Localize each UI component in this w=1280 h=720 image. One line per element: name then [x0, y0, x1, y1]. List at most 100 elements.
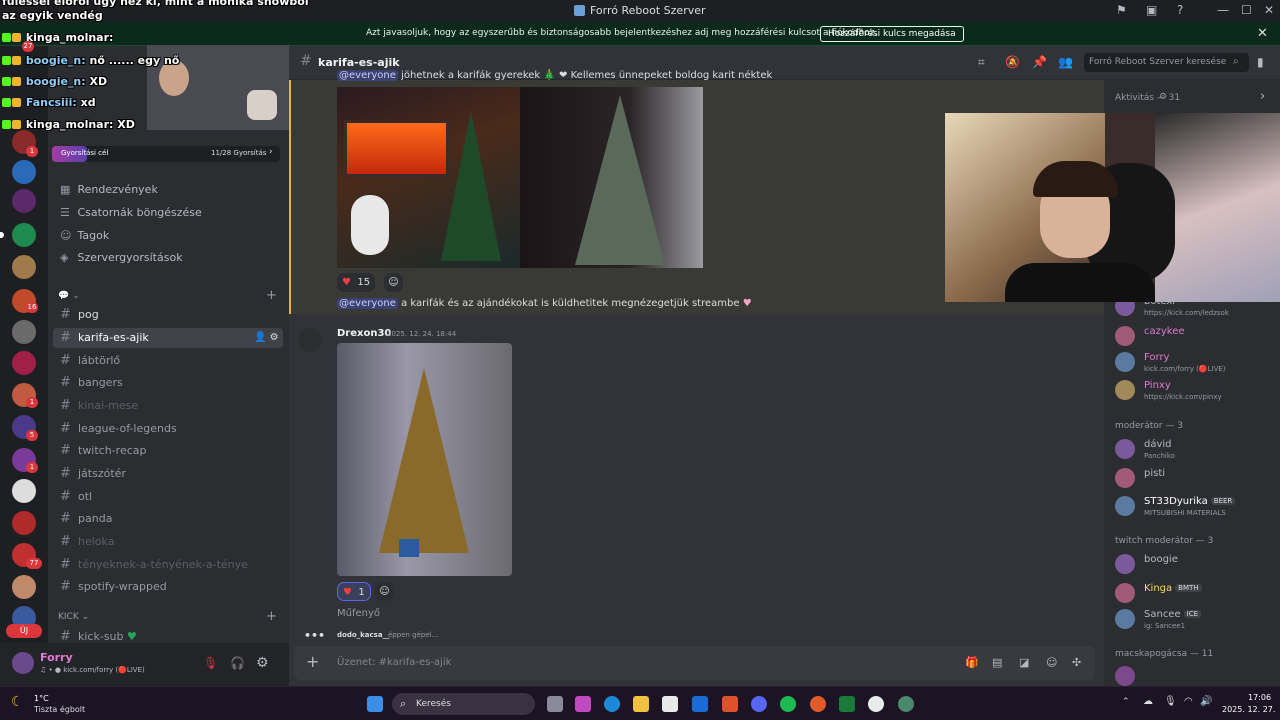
boost-goal-bar[interactable]: Gyorsítási cél 11/28 Gyorsítás › [52, 146, 280, 162]
explorer-icon[interactable] [633, 696, 649, 712]
server-icon[interactable] [12, 575, 36, 599]
channel-11[interactable]: # tényeknek-a-tényének-a-ténye [53, 555, 283, 575]
nav-browse-channels[interactable]: ☰ Csatornák böngészése [60, 206, 202, 226]
message-author[interactable]: Drexon30 [337, 328, 391, 339]
clock-time[interactable]: 17:06 [1248, 693, 1271, 702]
christmas-tree-image[interactable] [337, 343, 512, 576]
clock-date[interactable]: 2025. 12. 27. [1222, 705, 1275, 714]
add-passkey-button[interactable]: Hozzáférési kulcs megadása [820, 26, 964, 42]
server-icon[interactable] [12, 479, 36, 503]
gear-icon[interactable]: ⚙ [1159, 92, 1167, 102]
notification-muted-icon[interactable]: 🔕 [1005, 55, 1020, 69]
pin-icon[interactable]: 📌 [1032, 55, 1047, 69]
brave-icon[interactable] [722, 696, 738, 712]
server-icon[interactable] [12, 351, 36, 375]
settings-icon[interactable]: ⚙ [256, 655, 269, 671]
channel-9[interactable]: # panda [53, 509, 283, 529]
apps-icon[interactable]: ✣ [1072, 656, 1081, 669]
nav-events[interactable]: ▦ Rendezvények [60, 183, 158, 203]
channel-4[interactable]: # kinai-mese [53, 396, 283, 416]
threads-icon[interactable]: ⌗ [978, 55, 985, 70]
volume-icon[interactable]: 🔊 [1200, 696, 1212, 707]
avatar[interactable] [1115, 666, 1135, 686]
mention-everyone[interactable]: @everyone [337, 70, 398, 81]
server-icon[interactable] [12, 255, 36, 279]
boost-goal-count: 11/28 Gyorsítás [211, 149, 267, 157]
channel-7[interactable]: # játszótér [53, 464, 283, 484]
help-icon[interactable]: ? [1177, 3, 1183, 17]
emoji-icon[interactable]: ☺ [1046, 656, 1057, 669]
nav-members[interactable]: ☺ Tagok [60, 229, 109, 249]
weather-text[interactable]: Tiszta égbolt [34, 705, 85, 714]
channel-12[interactable]: # spotify-wrapped [53, 577, 283, 597]
category-header-kick[interactable]: KICK ⌄ [58, 612, 89, 622]
channel-6[interactable]: # twitch-recap [53, 441, 283, 461]
spotify-icon[interactable] [780, 696, 796, 712]
edge-icon[interactable] [604, 696, 620, 712]
channel-5[interactable]: # league-of-legends [53, 419, 283, 439]
heart-icon: ♥ [342, 277, 351, 288]
channel-3[interactable]: # bangers [53, 373, 283, 393]
close-notice-icon[interactable]: ✕ [1257, 26, 1268, 41]
taskbar-search[interactable]: ⌕ Keresés [392, 693, 535, 715]
minimize-icon[interactable]: — [1217, 3, 1229, 17]
gif-icon[interactable]: ▤ [992, 656, 1002, 669]
server-icon[interactable] [12, 320, 36, 344]
server-icon[interactable] [12, 189, 36, 213]
channel-0[interactable]: # pog [53, 305, 283, 325]
add-reaction-button[interactable]: ☺ [384, 273, 403, 292]
tray-icon[interactable]: ☁ [1143, 696, 1153, 707]
channel-settings-icon[interactable]: 👤 ⚙ [254, 328, 279, 348]
new-servers-badge[interactable]: ÚJ [6, 624, 42, 638]
add-channel-icon[interactable]: + [266, 609, 277, 624]
deafen-icon[interactable]: 🎧 [230, 656, 245, 670]
discord-icon[interactable] [751, 696, 767, 712]
channel-8[interactable]: # otl [53, 487, 283, 507]
reaction-heart[interactable]: ♥ 15 [337, 273, 376, 292]
search-input[interactable]: Forró Reboot Szerver keresése ⌕ [1084, 53, 1249, 72]
maximize-icon[interactable]: ☐ [1241, 3, 1252, 17]
member-list-icon[interactable]: 👥 [1058, 55, 1073, 69]
server-icon[interactable] [12, 511, 36, 535]
christmas-tree-image[interactable] [337, 87, 520, 268]
category-header-chat[interactable]: 💬 ⌄ [58, 291, 80, 301]
windows-start-icon[interactable] [367, 696, 383, 712]
server-icon[interactable] [12, 223, 36, 247]
mic-icon[interactable]: 🎙 [1164, 696, 1177, 707]
add-reaction-button[interactable]: ☺ [375, 582, 394, 601]
store-icon[interactable] [662, 696, 678, 712]
christmas-tree-image[interactable] [520, 87, 703, 268]
inbox-icon[interactable]: ⚑ [1116, 3, 1127, 17]
sticker-icon[interactable]: ◪ [1019, 656, 1029, 669]
steam-icon[interactable] [868, 696, 884, 712]
inbox-icon[interactable]: ▮ [1257, 55, 1264, 69]
server-icon[interactable] [12, 160, 36, 184]
avatar[interactable] [12, 652, 34, 674]
add-channel-icon[interactable]: + [266, 288, 277, 303]
tray-chevron-icon[interactable]: ⌃ [1122, 697, 1130, 707]
channel-1[interactable]: # karifa-es-ajik 👤 ⚙ [53, 328, 283, 348]
nav-server-boosts[interactable]: ◈ Szervergyorsítások [60, 251, 183, 271]
weather-temp[interactable]: 1°C [34, 694, 49, 703]
close-window-icon[interactable]: ✕ [1264, 3, 1274, 17]
reaction-heart[interactable]: ♥ 1 [337, 582, 371, 601]
mic-muted-icon[interactable]: 🎙 [203, 656, 218, 670]
channel-label: twitch-recap [78, 444, 147, 457]
channel-10[interactable]: # heloka [53, 532, 283, 552]
obs-icon[interactable] [898, 696, 914, 712]
app-icon[interactable] [810, 696, 826, 712]
screen-icon[interactable]: ▣ [1146, 3, 1157, 17]
outlook-icon[interactable] [692, 696, 708, 712]
chevron-right-icon[interactable]: › [1260, 89, 1265, 104]
mention-everyone[interactable]: @everyone [337, 298, 398, 309]
avatar[interactable] [298, 328, 322, 352]
task-view-icon[interactable] [547, 696, 563, 712]
message-composer[interactable]: + Üzenet: #karifa-es-ajik 🎁 ▤ ◪ ☺ ✣ [294, 646, 1095, 680]
gift-icon[interactable]: 🎁 [965, 656, 979, 669]
copilot-icon[interactable] [575, 696, 591, 712]
wifi-icon[interactable]: ◠ [1184, 696, 1193, 707]
attach-plus-icon[interactable]: + [306, 652, 319, 671]
channel-2[interactable]: # lábtörlő [53, 351, 283, 371]
excel-icon[interactable] [839, 696, 855, 712]
member-group-header: macskapogácsa — 11 [1115, 649, 1214, 659]
